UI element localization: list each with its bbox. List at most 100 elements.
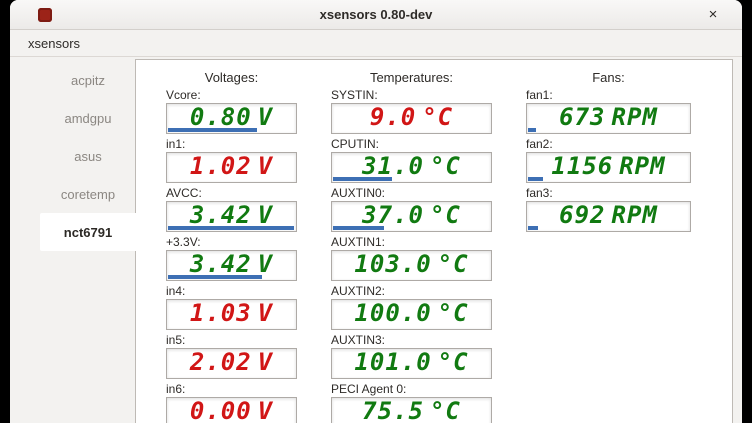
sensor-cell: PECI Agent 0: 75.5°C: [331, 382, 492, 423]
sensor-display: 101.0°C: [331, 348, 492, 379]
sensor-unit: V: [258, 152, 273, 180]
menubar: xsensors: [10, 30, 742, 57]
sidebar-tab-label: coretemp: [61, 187, 115, 202]
sensor-label: AUXTIN1:: [331, 235, 492, 250]
sidebar-tab-coretemp[interactable]: coretemp: [40, 175, 136, 213]
sensor-progress-bar: [168, 275, 262, 279]
sensor-column: Fans: fan1: 673RPM fan2: 1156RPM fan3: 6…: [526, 60, 691, 423]
column-header: Voltages:: [166, 70, 297, 86]
sensor-unit: °C: [438, 250, 469, 278]
sidebar-tab-acpitz[interactable]: acpitz: [40, 61, 136, 99]
sensor-value: 37.0°C: [362, 202, 461, 229]
sensor-value: 692RPM: [559, 202, 658, 229]
sensor-display: 1.03V: [166, 299, 297, 330]
column-header: Temperatures:: [331, 70, 492, 86]
sensor-value: 103.0°C: [354, 251, 468, 278]
sensor-unit: V: [258, 397, 273, 423]
sensor-cell: fan1: 673RPM: [526, 88, 691, 137]
sensor-list: Vcore: 0.80V in1: 1.02V AVCC: 3.42V +3.3…: [166, 88, 297, 423]
sidebar-tab-label: amdgpu: [65, 111, 112, 126]
sensor-display: 1156RPM: [526, 152, 691, 183]
sensor-display: 100.0°C: [331, 299, 492, 330]
sensor-label: fan3:: [526, 186, 691, 201]
sensor-progress-bar: [528, 128, 536, 132]
sensor-digits: 2.02: [190, 348, 252, 376]
sensor-label: fan2:: [526, 137, 691, 152]
sidebar-tab-nct6791[interactable]: nct6791: [40, 213, 136, 251]
sidebar-tab-amdgpu[interactable]: amdgpu: [40, 99, 136, 137]
sensor-label: fan1:: [526, 88, 691, 103]
sensor-list: SYSTIN: 9.0°C CPUTIN: 31.0°C AUXTIN0: 37…: [331, 88, 492, 423]
sensor-progress-bar: [168, 128, 257, 132]
sensor-cell: +3.3V: 3.42V: [166, 235, 297, 284]
sensor-unit: °C: [422, 103, 453, 131]
sensor-label: PECI Agent 0:: [331, 382, 492, 397]
app-window: xsensors 0.80-dev × xsensors acpitz amdg…: [10, 0, 742, 423]
sensor-label: Vcore:: [166, 88, 297, 103]
sensor-unit: V: [258, 299, 273, 327]
sensor-value: 3.42V: [190, 202, 273, 229]
sensor-cell: in4: 1.03V: [166, 284, 297, 333]
sensor-progress-bar: [528, 226, 538, 230]
sensor-label: AUXTIN3:: [331, 333, 492, 348]
sensor-digits: 31.0: [362, 152, 424, 180]
sensor-digits: 103.0: [354, 250, 431, 278]
sensor-label: +3.3V:: [166, 235, 297, 250]
sensor-unit: V: [258, 348, 273, 376]
sensor-value: 31.0°C: [362, 153, 461, 180]
sensor-unit: °C: [430, 152, 461, 180]
content-area: acpitz amdgpu asus coretemp nct6791 Volt…: [10, 57, 742, 423]
sensor-display: 0.00V: [166, 397, 297, 423]
sensor-value: 0.00V: [190, 398, 273, 423]
sensor-label: in5:: [166, 333, 297, 348]
sensor-panel: Voltages: Vcore: 0.80V in1: 1.02V AVCC: …: [135, 59, 733, 423]
sensor-digits: 1156: [551, 152, 613, 180]
sensor-column: Voltages: Vcore: 0.80V in1: 1.02V AVCC: …: [166, 60, 297, 423]
sensor-unit: RPM: [612, 103, 658, 131]
sensor-value: 673RPM: [559, 104, 658, 131]
sensor-display: 75.5°C: [331, 397, 492, 423]
sensor-label: AUXTIN2:: [331, 284, 492, 299]
sensor-value: 1.03V: [190, 300, 273, 327]
sensor-digits: 75.5: [362, 397, 424, 423]
sidebar: acpitz amdgpu asus coretemp nct6791: [10, 57, 135, 423]
sensor-display: 103.0°C: [331, 250, 492, 281]
sensor-cell: in5: 2.02V: [166, 333, 297, 382]
sensor-cell: fan2: 1156RPM: [526, 137, 691, 186]
sensor-digits: 1.02: [190, 152, 252, 180]
sidebar-tab-asus[interactable]: asus: [40, 137, 136, 175]
sensor-cell: AUXTIN1: 103.0°C: [331, 235, 492, 284]
sensor-cell: AUXTIN0: 37.0°C: [331, 186, 492, 235]
sensor-display: 0.80V: [166, 103, 297, 134]
sensor-cell: AUXTIN2: 100.0°C: [331, 284, 492, 333]
sensor-digits: 3.42: [190, 250, 252, 278]
sensor-display: 673RPM: [526, 103, 691, 134]
menu-xsensors[interactable]: xsensors: [10, 36, 98, 51]
sensor-value: 101.0°C: [354, 349, 468, 376]
sensor-digits: 101.0: [354, 348, 431, 376]
sensor-display: 692RPM: [526, 201, 691, 232]
window-title: xsensors 0.80-dev: [320, 7, 433, 22]
sensor-display: 3.42V: [166, 250, 297, 281]
sensor-value: 100.0°C: [354, 300, 468, 327]
sensor-value: 75.5°C: [362, 398, 461, 423]
sensor-label: CPUTIN:: [331, 137, 492, 152]
sensor-unit: V: [258, 250, 273, 278]
sensor-unit: V: [258, 103, 273, 131]
sensor-value: 2.02V: [190, 349, 273, 376]
sensor-digits: 0.00: [190, 397, 252, 423]
sensor-display: 37.0°C: [331, 201, 492, 232]
sensor-progress-bar: [333, 226, 384, 230]
sensor-display: 9.0°C: [331, 103, 492, 134]
sidebar-tab-label: nct6791: [64, 225, 112, 240]
sensor-label: in1:: [166, 137, 297, 152]
sensor-progress-bar: [168, 226, 294, 230]
sensor-digits: 1.03: [190, 299, 252, 327]
sensor-cell: in1: 1.02V: [166, 137, 297, 186]
sensor-label: in6:: [166, 382, 297, 397]
sensor-column: Temperatures: SYSTIN: 9.0°C CPUTIN: 31.0…: [331, 60, 492, 423]
sensor-cell: AUXTIN3: 101.0°C: [331, 333, 492, 382]
sensor-unit: RPM: [619, 152, 665, 180]
close-button[interactable]: ×: [702, 4, 724, 26]
column-header: Fans:: [526, 70, 691, 86]
